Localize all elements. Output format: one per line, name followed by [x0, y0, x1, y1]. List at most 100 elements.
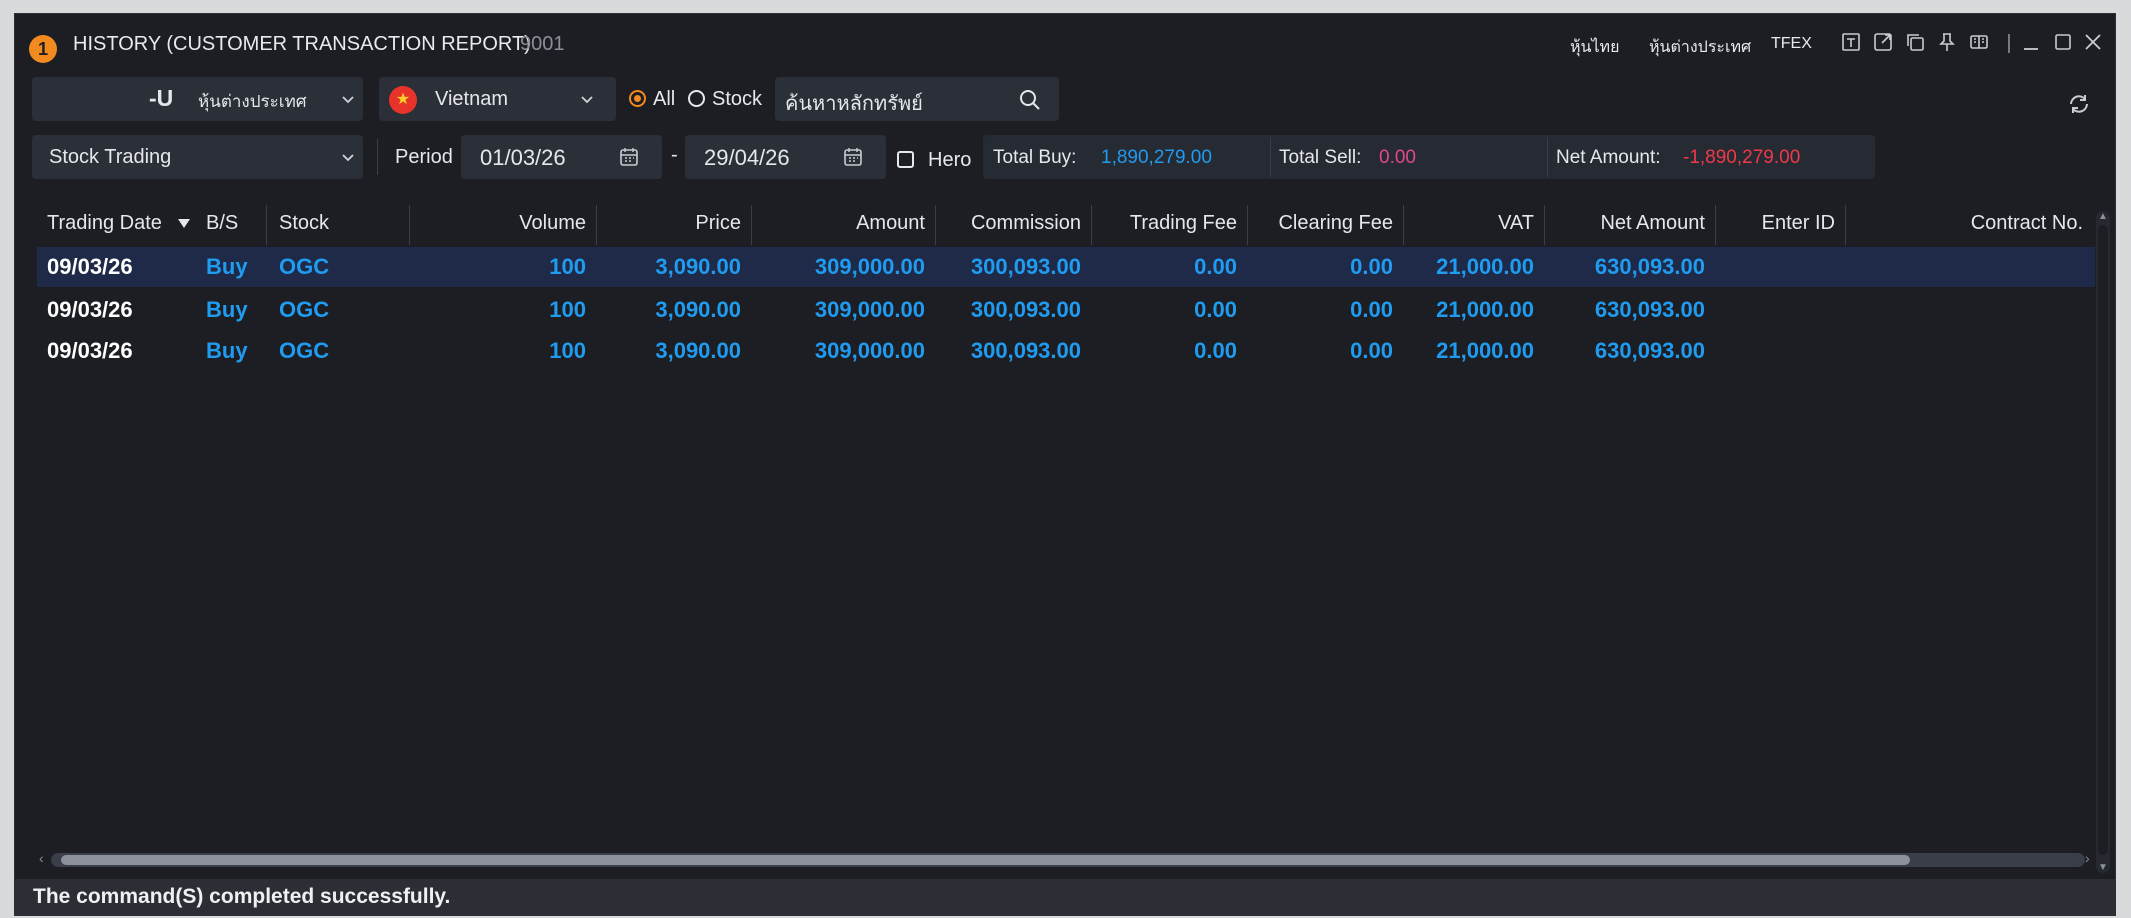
vietnam-flag-icon: ★ [389, 86, 417, 114]
security-search-input[interactable]: ค้นหาหลักทรัพย์ [775, 77, 1059, 121]
minimize-icon[interactable] [2019, 31, 2043, 55]
cell-price: 3,090.00 [655, 297, 741, 322]
account-select[interactable]: -U หุ้นต่างประเทศ [32, 77, 363, 121]
cell-bs: Buy [206, 338, 248, 363]
cell-commission: 300,093.00 [970, 297, 1081, 322]
column-header-enter-id[interactable]: Enter ID [1715, 199, 1845, 247]
calendar-icon[interactable] [619, 147, 639, 167]
country-select[interactable]: ★ Vietnam [379, 77, 616, 121]
chevron-down-icon [581, 96, 593, 104]
cell-contract-no [1845, 331, 2093, 371]
column-header-volume[interactable]: Volume [409, 199, 596, 247]
cell-clearing-fee: 0.00 [1350, 254, 1393, 279]
radio-all[interactable] [629, 90, 646, 107]
cell-enter-id [1715, 247, 1845, 287]
cell-trading-date: 09/03/26 [47, 297, 133, 322]
hero-checkbox[interactable] [897, 151, 914, 168]
cell-clearing-fee: 0.00 [1350, 338, 1393, 363]
cell-trading-date: 09/03/26 [47, 254, 133, 279]
period-label: Period [395, 146, 453, 168]
radio-stock-label: Stock [712, 88, 763, 110]
total-sell-value: 0.00 [1379, 147, 1416, 168]
cell-trading-fee: 0.00 [1194, 297, 1237, 322]
copy-icon[interactable] [1903, 31, 1927, 55]
link-thai-stocks[interactable]: หุ้นไทย [1570, 35, 1619, 60]
radio-stock[interactable] [688, 90, 705, 107]
column-header-commission[interactable]: Commission [935, 199, 1091, 247]
refresh-icon[interactable] [2067, 92, 2091, 116]
text-frame-icon[interactable] [1839, 31, 1863, 55]
link-foreign-stocks[interactable]: หุ้นต่างประเทศ [1649, 35, 1751, 60]
status-bar: The command(S) completed successfully. [15, 879, 2115, 915]
scroll-left-icon[interactable]: ‹ [39, 850, 44, 866]
total-buy-value: 1,890,279.00 [1101, 147, 1212, 168]
calendar-icon[interactable] [843, 147, 863, 167]
total-sell-label: Total Sell: [1279, 147, 1362, 168]
horizontal-scrollbar[interactable] [51, 853, 2085, 867]
cell-trading-fee: 0.00 [1194, 338, 1237, 363]
horizontal-scroll-thumb[interactable] [61, 855, 1910, 865]
table-header: Trading Date B/S Stock Volume Price Amou… [37, 199, 2095, 248]
column-header-trading-date[interactable]: Trading Date [37, 199, 162, 247]
radio-all-label: All [653, 88, 676, 110]
cell-amount: 309,000.00 [814, 338, 925, 363]
column-header-vat[interactable]: VAT [1403, 199, 1544, 247]
external-link-icon[interactable] [1871, 31, 1895, 55]
hero-label: Hero [928, 149, 972, 171]
scroll-right-icon[interactable]: › [2085, 850, 2090, 866]
link-tfex[interactable]: TFEX [1771, 35, 1812, 53]
toolbar-divider-icon: | [2006, 32, 2012, 54]
search-text: ค้นหาหลักทรัพย์ [785, 93, 923, 115]
table-row[interactable]: 09/03/26 Buy OGC 100 3,090.00 309,000.00… [37, 331, 2095, 371]
column-header-contract-no[interactable]: Contract No. [1845, 199, 2093, 247]
chevron-down-icon [342, 154, 354, 162]
column-header-stock[interactable]: Stock [269, 199, 409, 247]
divider [377, 139, 378, 175]
cell-bs: Buy [206, 254, 248, 279]
scroll-down-icon[interactable]: ▼ [2098, 862, 2108, 873]
account-prefix: -U [149, 85, 174, 111]
scroll-up-icon[interactable]: ▲ [2098, 211, 2108, 222]
cell-stock: OGC [279, 254, 330, 279]
table-row[interactable]: 09/03/26 Buy OGC 100 3,090.00 309,000.00… [37, 247, 2095, 287]
column-header-amount[interactable]: Amount [751, 199, 935, 247]
date-from-input[interactable]: 01/03/26 [461, 135, 662, 179]
search-icon[interactable] [1019, 89, 1041, 111]
cell-bs: Buy [206, 297, 248, 322]
cell-enter-id [1715, 331, 1845, 371]
cell-net-amount: 630,093.00 [1594, 338, 1705, 363]
category-select[interactable]: Stock Trading [32, 135, 363, 179]
divider [1547, 137, 1548, 177]
vertical-scrollbar[interactable]: ▲ ▼ [2096, 211, 2110, 873]
cell-contract-no [1845, 247, 2093, 287]
cell-price: 3,090.00 [655, 254, 741, 279]
cell-net-amount: 630,093.00 [1594, 297, 1705, 322]
maximize-icon[interactable] [2051, 31, 2075, 55]
sort-desc-icon[interactable] [177, 217, 191, 229]
category-label: Stock Trading [49, 146, 172, 168]
cell-commission: 300,093.00 [970, 338, 1081, 363]
table-row[interactable]: 09/03/26 Buy OGC 100 3,090.00 309,000.00… [37, 290, 2095, 330]
total-buy-label: Total Buy: [993, 147, 1077, 168]
cell-price: 3,090.00 [655, 338, 741, 363]
cell-trading-date: 09/03/26 [47, 338, 133, 363]
date-to-value: 29/04/26 [704, 145, 790, 170]
column-header-trading-fee[interactable]: Trading Fee [1091, 199, 1247, 247]
book-icon[interactable] [1967, 31, 1991, 55]
vertical-scroll-thumb[interactable] [2098, 225, 2108, 855]
column-header-clearing-fee[interactable]: Clearing Fee [1247, 199, 1403, 247]
title-bar: 1 HISTORY (CUSTOMER TRANSACTION REPORT) … [15, 14, 2115, 74]
date-from-value: 01/03/26 [480, 145, 566, 170]
cell-stock: OGC [279, 297, 330, 322]
date-to-input[interactable]: 29/04/26 [685, 135, 886, 179]
pin-icon[interactable] [1935, 31, 1959, 55]
column-header-price[interactable]: Price [596, 199, 751, 247]
window-number-badge: 1 [29, 35, 57, 63]
column-header-bs[interactable]: B/S [196, 199, 266, 247]
cell-net-amount: 630,093.00 [1594, 254, 1705, 279]
column-header-net-amount[interactable]: Net Amount [1544, 199, 1715, 247]
close-icon[interactable] [2081, 31, 2105, 55]
cell-stock: OGC [279, 338, 330, 363]
date-separator: - [671, 144, 678, 166]
cell-vat: 21,000.00 [1436, 254, 1534, 279]
